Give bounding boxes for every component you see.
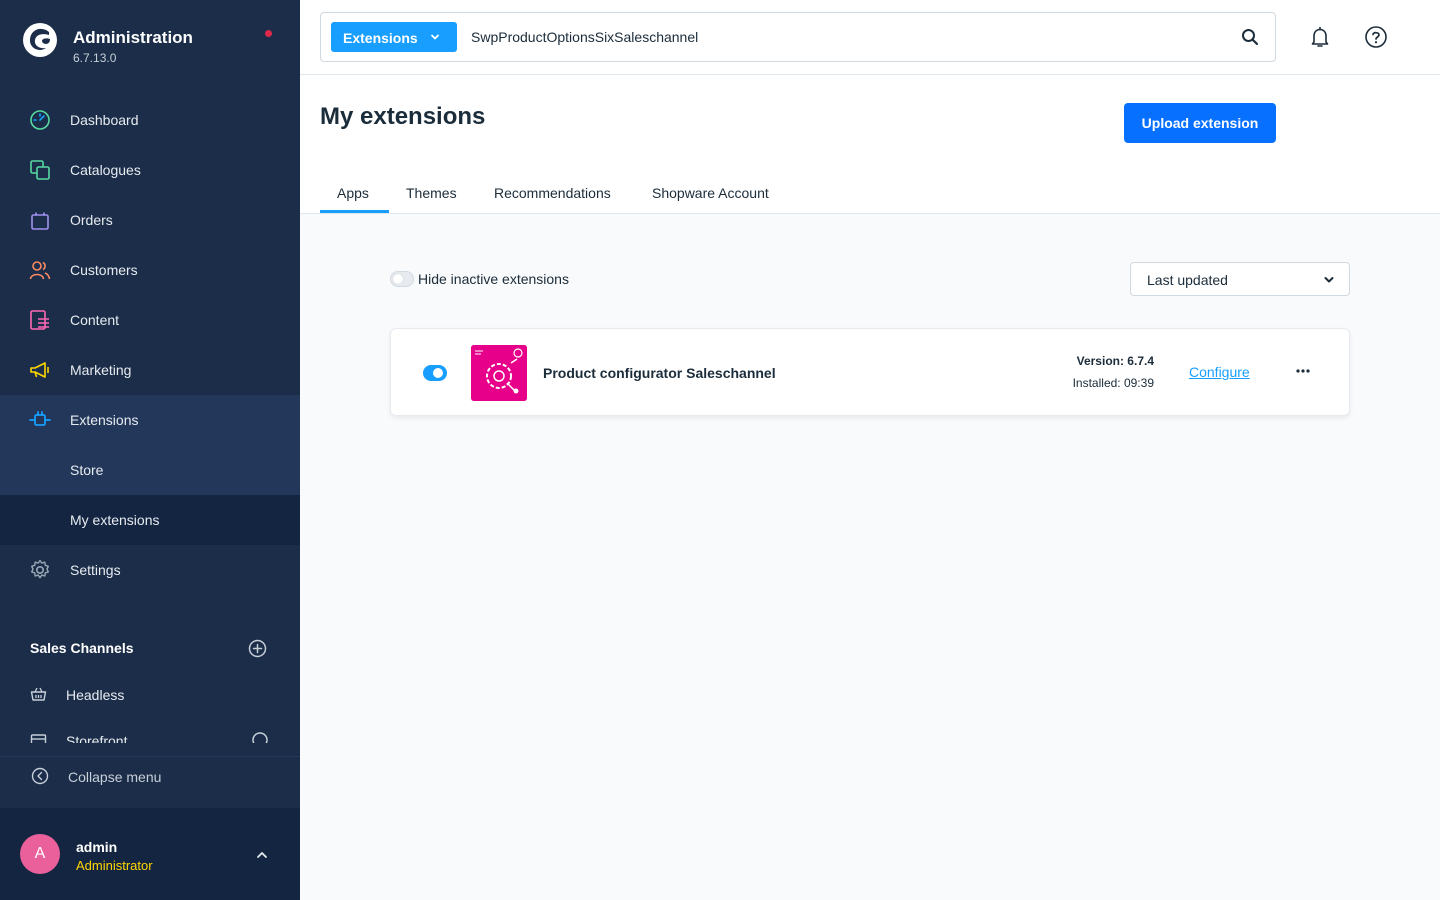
page-header: My extensions Upload extension Apps Them… bbox=[300, 75, 1440, 214]
gear-icon bbox=[31, 559, 49, 579]
configure-link[interactable]: Configure bbox=[1189, 364, 1250, 380]
sidebar-item-label: Dashboard bbox=[70, 112, 139, 128]
sidebar-item-settings[interactable]: Settings bbox=[0, 545, 300, 595]
sales-channels-heading: Sales Channels bbox=[30, 640, 134, 656]
extension-name: Product configurator Saleschannel bbox=[543, 365, 776, 381]
search-type-label: Extensions bbox=[343, 30, 418, 46]
sidebar-item-label: Customers bbox=[70, 262, 138, 278]
sidebar: Administration 6.7.13.0 Dashboard Catalo… bbox=[0, 0, 300, 900]
global-search[interactable]: Extensions SwpProductOptionsSixSaleschan… bbox=[320, 12, 1276, 62]
search-icon[interactable] bbox=[1241, 28, 1259, 46]
main-navigation: Dashboard Catalogues Orders Customers Co… bbox=[0, 95, 300, 595]
extension-card: Product configurator Saleschannel Versio… bbox=[390, 328, 1350, 416]
sort-selected-value: Last updated bbox=[1147, 272, 1228, 288]
shopware-logo-icon bbox=[23, 23, 57, 57]
catalogue-icon bbox=[30, 160, 50, 180]
notification-dot bbox=[265, 30, 272, 37]
avatar: A bbox=[20, 834, 60, 874]
tab-themes[interactable]: Themes bbox=[406, 185, 457, 201]
sidebar-item-store[interactable]: Store bbox=[0, 445, 300, 495]
sidebar-item-label: Content bbox=[70, 312, 120, 328]
sales-channel-storefront[interactable]: Storefront bbox=[0, 728, 300, 743]
chevron-left-circle-icon bbox=[31, 767, 49, 785]
megaphone-icon bbox=[30, 362, 49, 378]
tab-apps[interactable]: Apps bbox=[337, 185, 369, 201]
extension-logo-graphic-icon bbox=[471, 345, 527, 401]
collapse-menu-label: Collapse menu bbox=[68, 769, 162, 785]
sidebar-item-orders[interactable]: Orders bbox=[0, 195, 300, 245]
content-icon bbox=[30, 310, 49, 330]
active-tab-indicator bbox=[320, 210, 389, 213]
orders-bag-icon bbox=[31, 212, 49, 230]
dashboard-icon bbox=[30, 110, 50, 130]
extension-installed: Installed: 09:39 bbox=[1072, 376, 1154, 390]
plug-icon bbox=[29, 411, 51, 426]
sidebar-item-label: My extensions bbox=[70, 512, 160, 528]
tab-recommendations[interactable]: Recommendations bbox=[494, 185, 611, 201]
brand-title: Administration bbox=[73, 28, 193, 47]
user-menu[interactable]: A admin Administrator bbox=[0, 808, 300, 900]
more-options-icon[interactable] bbox=[1295, 363, 1311, 379]
sidebar-item-label: Orders bbox=[70, 212, 113, 228]
sales-channel-label: Storefront bbox=[66, 733, 128, 743]
basket-icon bbox=[30, 687, 47, 701]
sidebar-item-catalogues[interactable]: Catalogues bbox=[0, 145, 300, 195]
sidebar-item-extensions[interactable]: Extensions bbox=[0, 395, 300, 445]
bell-icon[interactable] bbox=[1308, 25, 1332, 49]
sidebar-item-content[interactable]: Content bbox=[0, 295, 300, 345]
extension-active-toggle[interactable] bbox=[423, 365, 447, 381]
storefront-icon bbox=[30, 734, 47, 743]
sidebar-item-label: Store bbox=[70, 462, 104, 478]
page-title: My extensions bbox=[320, 103, 486, 130]
upload-extension-button[interactable]: Upload extension bbox=[1124, 103, 1276, 143]
sidebar-item-dashboard[interactable]: Dashboard bbox=[0, 95, 300, 145]
help-icon[interactable] bbox=[1364, 25, 1388, 49]
sidebar-item-label: Catalogues bbox=[70, 162, 141, 178]
sales-channel-status-icon bbox=[252, 732, 268, 743]
sidebar-item-label: Extensions bbox=[70, 412, 139, 428]
chevron-down-icon bbox=[1324, 277, 1334, 283]
search-input[interactable]: SwpProductOptionsSixSaleschannel bbox=[471, 29, 698, 45]
sales-channel-scroll-clip: Storefront bbox=[0, 728, 300, 743]
sidebar-item-label: Marketing bbox=[70, 362, 132, 378]
chevron-up-icon[interactable] bbox=[255, 848, 269, 862]
brand: Administration 6.7.13.0 bbox=[0, 0, 300, 80]
add-sales-channel-icon[interactable] bbox=[248, 639, 267, 658]
collapse-menu-button[interactable]: Collapse menu bbox=[0, 756, 300, 796]
brand-version: 6.7.13.0 bbox=[73, 51, 117, 65]
extension-version: Version: 6.7.4 bbox=[1076, 354, 1154, 368]
top-bar: Extensions SwpProductOptionsSixSaleschan… bbox=[300, 0, 1440, 75]
sidebar-item-marketing[interactable]: Marketing bbox=[0, 345, 300, 395]
sidebar-item-customers[interactable]: Customers bbox=[0, 245, 300, 295]
extension-logo bbox=[471, 345, 527, 401]
customers-icon bbox=[29, 261, 51, 280]
user-role: Administrator bbox=[76, 858, 153, 873]
hide-inactive-label: Hide inactive extensions bbox=[418, 271, 569, 287]
sidebar-item-my-extensions[interactable]: My extensions bbox=[0, 495, 300, 545]
user-name: admin bbox=[76, 839, 118, 855]
sort-select[interactable]: Last updated bbox=[1130, 262, 1350, 296]
sidebar-item-label: Settings bbox=[70, 562, 121, 578]
search-type-select[interactable]: Extensions bbox=[331, 22, 457, 52]
sales-channel-headless[interactable]: Headless bbox=[0, 678, 300, 712]
sales-channel-label: Headless bbox=[66, 687, 125, 703]
hide-inactive-toggle[interactable] bbox=[390, 271, 414, 287]
chevron-down-icon bbox=[431, 34, 439, 40]
tab-shopware-account[interactable]: Shopware Account bbox=[652, 185, 769, 201]
